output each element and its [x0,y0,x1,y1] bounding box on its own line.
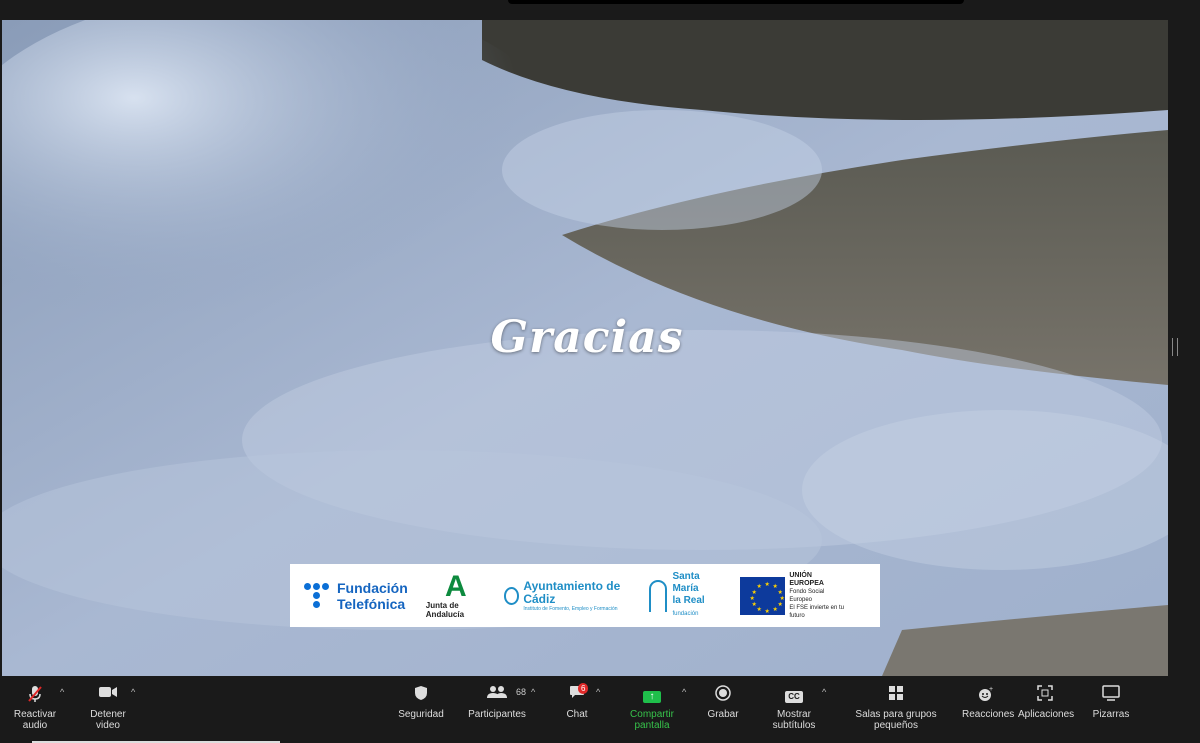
slide-title: Gracias [490,312,684,363]
security-button[interactable]: Seguridad [397,685,445,720]
share-screen-button[interactable]: ↑ Compartir pantalla [612,685,692,731]
participants-label: Participantes [468,709,526,720]
microphone-muted-icon [4,685,66,703]
chat-icon [560,685,594,703]
shield-icon [397,685,445,703]
unmute-audio-button[interactable]: Reactivar audio [4,685,66,731]
eu-line3: El FSE invierte en tu futuro [789,604,845,619]
church-icon [648,579,668,612]
share-options-chevron-icon[interactable]: ^ [682,687,686,697]
shared-screen: Gracias Fundación Telefónica A Junta de … [2,20,1168,676]
grid-icon [839,685,953,703]
whiteboard-icon [1090,685,1132,703]
audio-options-chevron-icon[interactable]: ^ [60,687,64,697]
junta-name: Junta de Andalucía [425,600,465,619]
junta-mark-icon: A [445,569,467,603]
telefonica-t-icon [304,583,329,608]
breakout-rooms-button[interactable]: Salas para grupos pequeños [839,685,953,731]
cc-icon: CC [756,685,832,703]
ayuntamiento-cadiz-logo: Ayuntamiento de Cádiz Instituto de Fomen… [503,578,631,612]
participants-button[interactable]: 68 Participantes [468,685,526,720]
record-icon [706,685,740,703]
chat-options-chevron-icon[interactable]: ^ [596,687,600,697]
participants-count: 68 [516,687,527,697]
stop-video-button[interactable]: Detener video [78,685,138,731]
share-screen-icon: ↑ [612,685,692,703]
video-options-chevron-icon[interactable]: ^ [131,687,135,697]
apps-label: Aplicaciones [1018,709,1075,720]
whiteboards-button[interactable]: Pizarras [1090,685,1132,720]
smr-line2: la Real [672,595,705,606]
ft-line2: Telefónica [337,595,406,612]
reactions-label: Reacciones [962,709,1015,720]
show-captions-label: Mostrar subtítulos [772,709,816,731]
video-camera-icon [78,685,138,703]
smr-sub: fundación [672,611,699,617]
apps-icon [1018,685,1072,703]
chat-label: Chat [566,709,588,720]
smr-line1: Santa María [672,571,700,594]
junta-andalucia-logo: A Junta de Andalucía [425,569,486,619]
security-label: Seguridad [398,709,444,720]
ayuntamiento-name: Ayuntamiento de Cádiz [523,578,621,606]
eu-title: UNIÓN EUROPEA [789,571,824,587]
ayuntamiento-icon [503,586,520,605]
eu-flag-icon: ★ ★ ★ ★ ★ ★ ★ ★ ★ ★ ★ ★ [739,576,786,615]
unmute-audio-label: Reactivar audio [13,709,57,731]
eu-line2: Fondo Social Europeo [789,588,825,603]
record-button[interactable]: Grabar [706,685,740,720]
santa-maria-real-logo: Santa María la Real fundación [648,571,722,620]
stop-video-label: Detener video [90,709,126,731]
whiteboards-label: Pizarras [1092,709,1130,720]
reactions-button[interactable]: + Reacciones [962,685,1014,720]
participants-options-chevron-icon[interactable]: ^ [531,687,535,697]
chat-button[interactable]: 6 Chat [560,683,594,720]
show-captions-button[interactable]: CC Mostrar subtítulos [756,685,832,731]
svg-text:+: + [989,686,993,693]
fundacion-telefonica-logo: Fundación Telefónica [304,580,408,612]
eu-logo: ★ ★ ★ ★ ★ ★ ★ ★ ★ ★ ★ ★ UNIÓN EUROPEA Fo… [739,571,848,620]
captions-options-chevron-icon[interactable]: ^ [822,687,826,697]
apps-button[interactable]: Aplicaciones [1018,685,1075,720]
meeting-top-notch [508,0,964,4]
record-label: Grabar [707,709,739,720]
meeting-toolbar: Reactivar audio ^ Detener video ^ Seguri… [0,677,1200,743]
share-screen-label: Compartir pantalla [630,709,674,731]
panel-resize-handle[interactable] [1172,338,1178,356]
ft-line1: Fundación [337,579,408,596]
sponsor-logo-strip: Fundación Telefónica A Junta de Andalucí… [290,564,880,627]
ayuntamiento-sub: Instituto de Fomento, Empleo y Formación [523,605,618,612]
emoji-icon: + [962,685,1010,703]
breakout-rooms-label: Salas para grupos pequeños [855,709,937,731]
cc-icon-text: CC [785,691,803,703]
